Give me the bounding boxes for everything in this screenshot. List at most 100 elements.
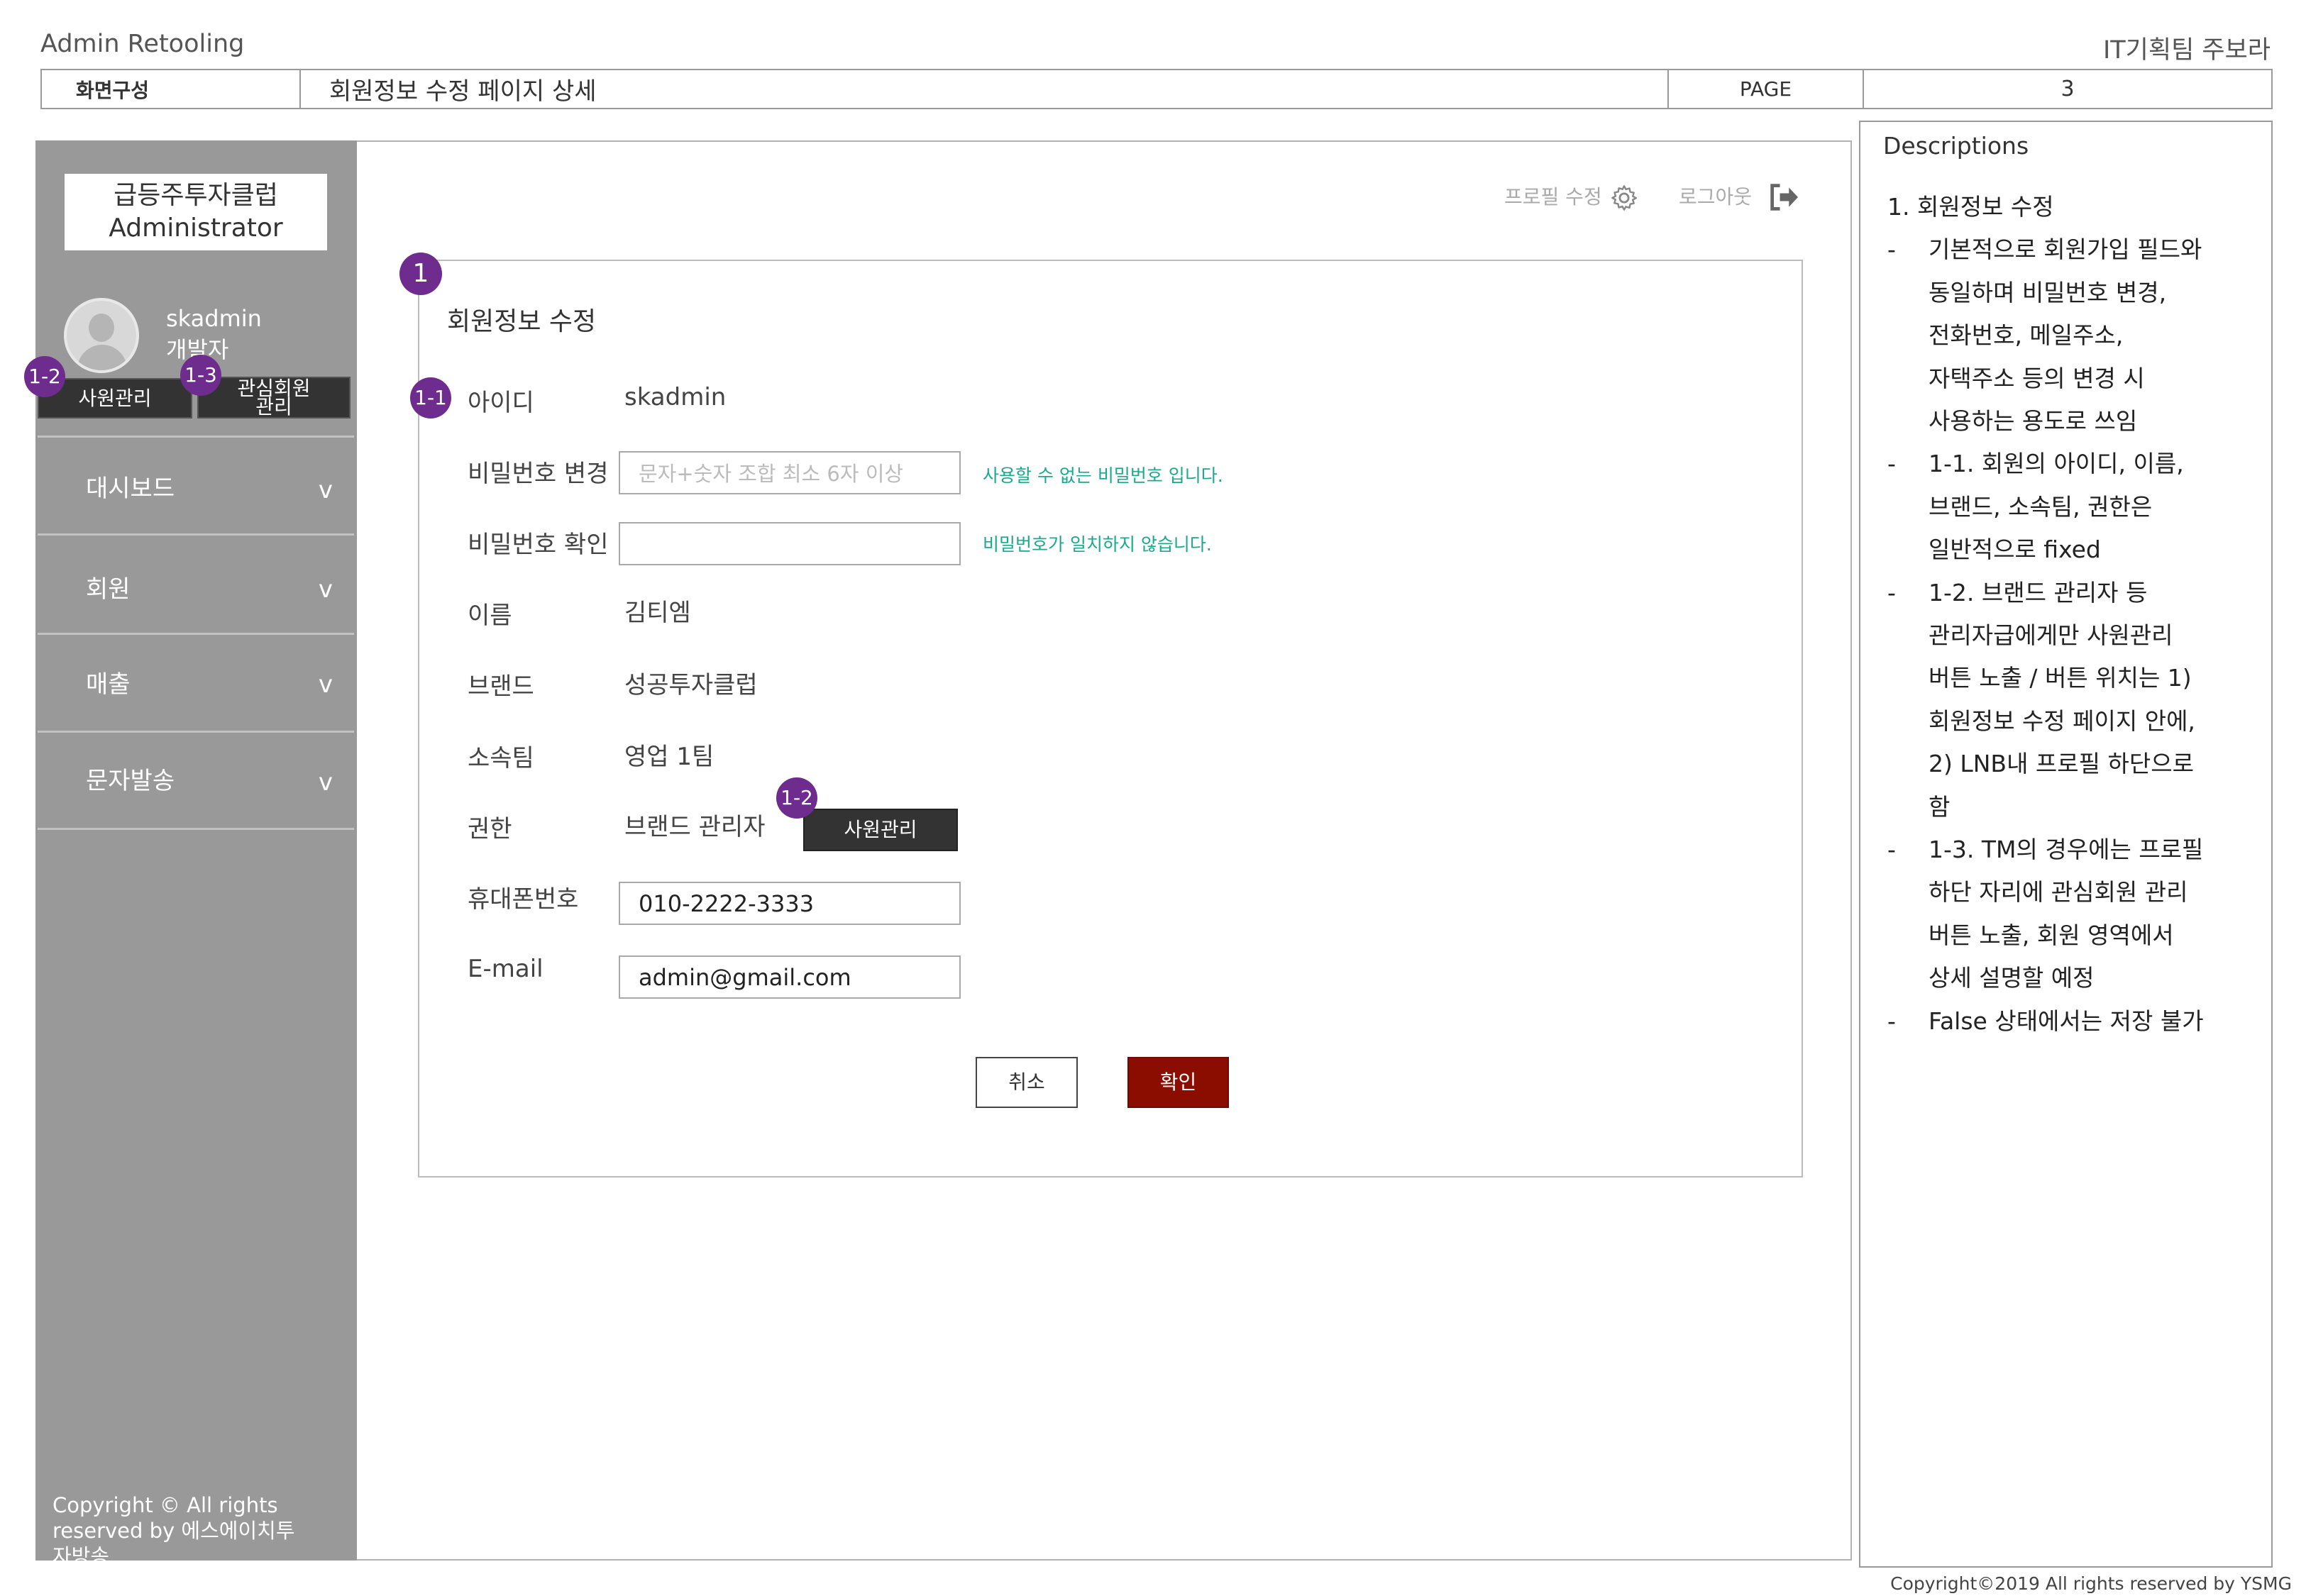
phone-field[interactable] (619, 882, 961, 925)
page-title: 회원정보 수정 페이지 상세 (301, 70, 1669, 108)
description-line: - 1-2. 브랜드 관리자 등 (1887, 574, 2147, 608)
author-label: IT기획팀 주보라 (2102, 36, 2271, 65)
logout-icon[interactable] (1768, 183, 1799, 211)
brand-value: 성공투자클럽 (624, 671, 758, 699)
description-line: 하단 자리에 관심회원 관리 (1887, 873, 2188, 907)
description-line: 함 (1887, 788, 1950, 822)
description-text: 전화번호, 메일주소, (1929, 321, 2124, 350)
sidebar-item-members[interactable]: 회원 v (38, 533, 354, 633)
badge-1: 1 (399, 253, 442, 295)
name-value: 김티엠 (624, 599, 691, 627)
sidebar-item-label: 회원 (86, 575, 131, 604)
description-bullet: - (1887, 450, 1896, 478)
chevron-down-icon: v (318, 768, 333, 797)
description-text: 버튼 노출 / 버튼 위치는 1) (1929, 664, 2192, 692)
description-text: 1-3. TM의 경우에는 프로필 (1929, 836, 2204, 863)
logo-line1: 급등주투자클럽 (114, 181, 278, 210)
role-label: 권한 (468, 815, 512, 843)
logout-link[interactable]: 로그아웃 (1679, 182, 1752, 210)
description-text: 관리자급에게만 사원관리 (1929, 621, 2173, 649)
description-text: 하단 자리에 관심회원 관리 (1929, 878, 2188, 907)
email-label: E-mail (468, 955, 544, 983)
sidebar-item-label: 문자발송 (86, 767, 175, 795)
password-hint: 사용할 수 없는 비밀번호 입니다. (983, 465, 1223, 486)
description-line: 브랜드, 소속팀, 권한은 (1887, 488, 2152, 522)
app-title: Admin Retooling (40, 30, 245, 58)
form-title: 회원정보 수정 (447, 307, 597, 336)
description-text: 1-2. 브랜드 관리자 등 (1929, 578, 2148, 606)
team-value: 영업 1팀 (624, 743, 715, 771)
description-text: 1. 회원정보 수정 (1887, 193, 2054, 221)
password-confirm-input[interactable] (619, 522, 961, 565)
description-text: 상세 설명할 예정 (1929, 964, 2095, 992)
description-line: 버튼 노출, 회원 영역에서 (1887, 916, 2174, 951)
page-label: PAGE (1669, 70, 1864, 108)
description-text: 자택주소 등의 변경 시 (1929, 364, 2145, 392)
chevron-down-icon: v (318, 575, 333, 604)
staff-management-button[interactable]: 사원관리 (803, 809, 958, 851)
description-line: 전화번호, 메일주소, (1887, 316, 2123, 350)
description-line: - 1-1. 회원의 아이디, 이름, (1887, 445, 2184, 479)
chevron-down-icon: v (318, 670, 333, 699)
description-line: 동일하며 비밀번호 변경, (1887, 274, 2166, 308)
sidebar-item-sms[interactable]: 문자발송 v (38, 731, 354, 830)
sidebar-logo[interactable]: 급등주투자클럽 Administrator (65, 174, 327, 250)
description-text: 사용하는 용도로 쓰임 (1929, 407, 2138, 435)
password-confirm-label: 비밀번호 확인 (468, 531, 609, 559)
description-line: - False 상태에서는 저장 불가 (1887, 1002, 2204, 1036)
sidebar-item-label: 매출 (86, 670, 131, 699)
description-bullet: - (1887, 578, 1896, 606)
description-line: 회원정보 수정 페이지 안에, (1887, 702, 2195, 736)
description-text: 일반적으로 fixed (1929, 536, 2101, 564)
password-input[interactable] (619, 451, 961, 494)
id-value: skadmin (624, 383, 727, 411)
page-number: 3 (2060, 77, 2075, 101)
user-name: skadmin (166, 305, 262, 332)
description-text: 함 (1929, 792, 1951, 821)
sidebar-item-dashboard[interactable]: 대시보드 v (38, 436, 354, 533)
descriptions-title: Descriptions (1883, 132, 2029, 160)
description-text: 브랜드, 소속팀, 권한은 (1929, 492, 2153, 521)
footer-copyright: Copyright©2019 All rights reserved by YS… (1890, 1573, 2292, 1594)
description-text: 기본적으로 회원가입 필드와 (1929, 235, 2202, 264)
section-label: 화면구성 (42, 70, 301, 108)
badge-1-2: 1-2 (776, 777, 817, 819)
chevron-down-icon: v (318, 476, 333, 504)
description-line: 관리자급에게만 사원관리 (1887, 616, 2173, 650)
profile-edit-link[interactable]: 프로필 수정 (1504, 182, 1602, 210)
gear-icon[interactable] (1609, 183, 1639, 213)
description-line: 상세 설명할 예정 (1887, 959, 2095, 993)
description-text: 동일하며 비밀번호 변경, (1929, 278, 2167, 306)
badge-1-2-sidebar: 1-2 (24, 356, 65, 397)
team-label: 소속팀 (468, 744, 534, 772)
avatar (64, 298, 139, 373)
name-label: 이름 (468, 602, 512, 630)
header-table: 화면구성 회원정보 수정 페이지 상세 PAGE 3 (40, 69, 2273, 109)
description-line: 일반적으로 fixed (1887, 531, 2101, 565)
badge-1-1: 1-1 (410, 377, 451, 419)
confirm-button[interactable]: 확인 (1127, 1057, 1229, 1108)
interest-member-label-2: 관리 (255, 395, 292, 419)
interest-member-button[interactable]: 관심회원 관리 (197, 377, 351, 419)
phone-label: 휴대폰번호 (468, 885, 579, 914)
logo-line2: Administrator (109, 214, 283, 243)
id-label: 아이디 (468, 389, 534, 417)
description-line: 2) LNB내 프로필 하단으로 (1887, 745, 2194, 779)
description-line: 자택주소 등의 변경 시 (1887, 360, 2145, 394)
brand-label: 브랜드 (468, 672, 534, 701)
description-text: 1-1. 회원의 아이디, 이름, (1929, 450, 2184, 478)
description-text: 버튼 노출, 회원 영역에서 (1929, 921, 2174, 949)
badge-1-3: 1-3 (180, 355, 221, 396)
sidebar-item-label: 대시보드 (86, 475, 175, 503)
description-text: 2) LNB내 프로필 하단으로 (1929, 750, 2194, 778)
description-line: 버튼 노출 / 버튼 위치는 1) (1887, 659, 2192, 693)
description-line: - 기본적으로 회원가입 필드와 (1887, 231, 2202, 265)
description-text: False 상태에서는 저장 불가 (1929, 1007, 2204, 1035)
sidebar-item-sales[interactable]: 매출 v (38, 633, 354, 731)
description-bullet: - (1887, 235, 1896, 264)
cancel-button[interactable]: 취소 (976, 1057, 1078, 1108)
description-text: 회원정보 수정 페이지 안에, (1929, 706, 2195, 735)
description-line: 1. 회원정보 수정 (1887, 188, 2054, 222)
email-field[interactable] (619, 955, 961, 999)
role-value: 브랜드 관리자 (624, 813, 766, 841)
